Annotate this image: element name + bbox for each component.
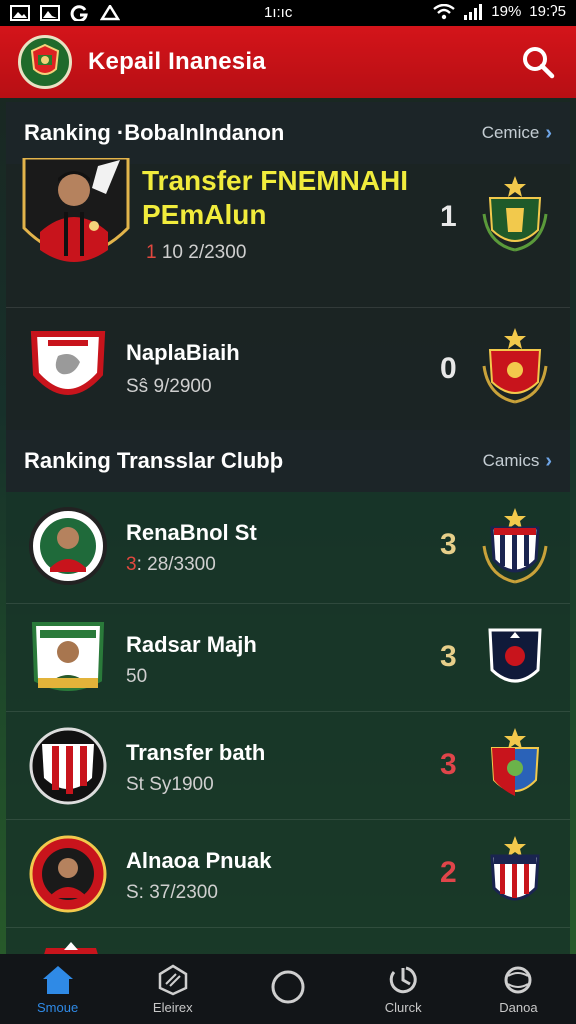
signal-icon [464,3,483,20]
club-logo [31,622,105,691]
nav-globe[interactable]: Danoa [461,954,576,1024]
nav-clock[interactable]: Clurck [346,954,461,1024]
sub-value: 10 2/2300 [161,242,247,263]
federation-logo [18,35,72,89]
club-sub: St Sy1900 [126,774,214,796]
home-icon [42,965,73,994]
club-row[interactable]: Radsar Majh 50 3 [6,604,570,712]
section-title: Ranking ·Bobalnlndanon [24,120,285,145]
sub-highlight: 1 [146,242,157,263]
bottom-navigation: Smoue Eleirex Clurck Danoa [0,954,576,1024]
club-logo [29,727,107,805]
clock-icon [389,966,417,993]
nav-home[interactable]: Smoue [0,954,115,1024]
club-sub: S: 37/2300 [126,882,218,904]
battery-percent: 19% [491,3,522,20]
status-clock: 19:ʔ5 [529,3,566,20]
globe-icon [504,966,532,993]
club-name: Alnaoa Pnuak [126,848,272,873]
see-more-link[interactable]: Camics › [483,450,552,473]
player-ranking-card: Ranking ·Bobalnlndanon Cemice › Transfer … [6,102,570,430]
club-sub: 50 [126,666,147,688]
club-crest-icon [488,628,542,683]
google-icon [70,5,88,21]
nav-label: Danoa [499,999,538,1015]
club-logo [30,331,106,395]
app-bar: Kepail Inanesia [0,26,576,98]
club-ranking-header: Ranking Transslar Clubþ Camics › [6,430,570,492]
status-time: 1ı:ıc [264,4,293,21]
club-crest-icon [482,328,548,404]
section-title: Ranking Transslar Clubþ [24,448,284,473]
player-name: NaplaBiaih [126,340,240,365]
player-row[interactable]: NaplaBiaih Sŝ 9/2900 0 [6,308,570,430]
rank-number: 3 [440,640,457,673]
club-row[interactable]: Alnaoa Pnuak S: 37/2300 2 [6,820,570,928]
club-crest-icon [482,176,548,252]
club-name: Transfer bath [126,740,266,765]
player-photo [22,158,130,262]
club-logo [29,835,107,913]
club-row[interactable]: RenaBnol St 3: 28/3300 3 [6,492,570,604]
rank-number: 1 [440,200,457,233]
club-sub: 3: 28/3300 [126,554,216,576]
status-bar: 1ı:ıc 19% 19:ʔ5 [0,0,576,26]
gallery-icon [10,5,30,21]
see-more-link[interactable]: Cemice › [482,122,552,145]
nav-explore[interactable]: Eleirex [115,954,230,1024]
player-sub: Sŝ 9/2900 [126,376,212,397]
circle-icon [271,970,305,1004]
chevron-right-icon: › [545,121,552,144]
rank-number: 3 [440,748,457,781]
search-icon[interactable] [520,44,556,80]
player-ranking-header: Ranking ·Bobalnlndanon Cemice › [6,102,570,164]
nav-label: Clurck [384,999,422,1015]
image-icon [40,5,60,21]
featured-player-row[interactable]: Transfer FNEMNAHI PEmAlun 1 10 2/2300 1 [6,158,570,308]
featured-subtitle: 1 10 2/2300 [146,242,246,264]
app-screen: 1ı:ıc 19% 19:ʔ5 Kepail Inanesia Ranking … [0,0,576,1024]
see-more-label: Cemice [481,123,540,142]
club-name: RenaBnol St [126,520,257,545]
rank-number: 3 [440,528,457,561]
featured-name-line2: PEmAlun [142,199,267,230]
wifi-icon [433,3,456,19]
sub-highlight: 3 [126,554,137,575]
club-name: Radsar Majh [126,632,257,657]
featured-name-line1: Transfer FNEMNAHI [142,165,409,196]
chevron-right-icon: › [545,449,552,472]
rank-number: 0 [440,352,457,385]
club-ranking-card: Ranking Transslar Clubþ Camics › RenaBnol… [6,430,570,968]
featured-name: Transfer FNEMNAHI PEmAlun [142,164,408,232]
club-logo [29,507,107,585]
sub-value: 50 [126,666,148,687]
nav-center[interactable] [230,954,345,1024]
see-more-label: Camics [482,451,540,470]
cube-icon [158,964,188,995]
sub-value: : 28/3300 [136,554,216,575]
club-crest-icon [490,728,540,796]
nav-label: Eleirex [152,999,193,1015]
club-row[interactable]: Transfer bath St Sy1900 3 [6,712,570,820]
app-title: Kepail Inanesia [88,48,266,75]
sub-value: St Sy1900 [126,774,214,795]
club-crest-icon [482,508,548,584]
nav-label: Smoue [37,999,79,1015]
rank-number: 2 [440,856,457,889]
club-crest-icon [490,836,540,901]
drive-icon [100,5,120,21]
sub-value: S: 37/2300 [126,882,218,903]
